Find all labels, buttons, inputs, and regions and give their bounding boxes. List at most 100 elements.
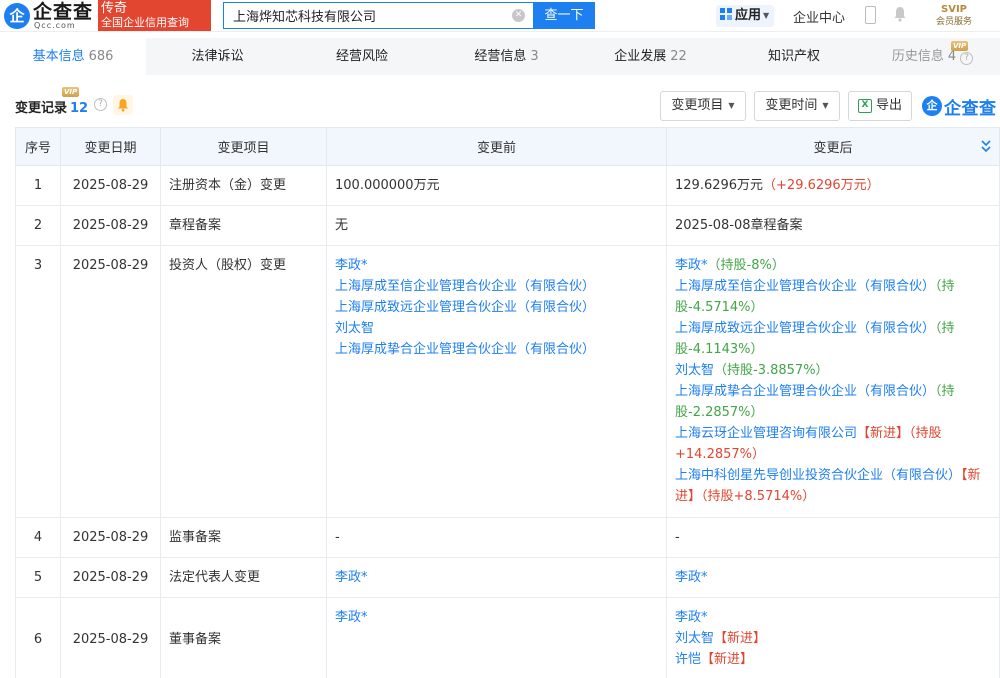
- investor-link[interactable]: 上海云玡企业管理咨询有限公司: [675, 426, 857, 441]
- excel-icon: X: [858, 99, 872, 113]
- search-button[interactable]: 查一下: [533, 2, 595, 29]
- investor-link[interactable]: 上海厚成至信企业管理合伙企业（有限合伙）: [335, 276, 658, 297]
- person-link[interactable]: 李政*: [675, 570, 708, 585]
- col-header-date: 变更日期: [60, 127, 161, 166]
- investor-link[interactable]: 上海中科创星先导创业投资合伙企业（有限合伙）: [675, 468, 961, 483]
- tab-basic-info[interactable]: 基本信息 686: [0, 38, 146, 75]
- row-after: 李政*（持股-8%） 上海厚成至信企业管理合伙企业（有限合伙）（持股-4.571…: [666, 245, 1000, 518]
- person-link[interactable]: 李政*: [335, 610, 368, 625]
- investor-entry: 上海中科创星先导创业投资合伙企业（有限合伙）【新进】（持股+8.5714%）: [675, 465, 991, 507]
- row-date: 2025-08-29: [60, 245, 161, 518]
- tab-label: 基本信息: [32, 49, 85, 64]
- logo-mark[interactable]: 企: [4, 3, 30, 29]
- svip-member-service[interactable]: SVIP 会员服务: [930, 3, 978, 29]
- investor-link[interactable]: 刘太智: [675, 363, 714, 378]
- investor-link[interactable]: 李政*: [335, 255, 658, 276]
- row-item: 章程备案: [160, 205, 327, 246]
- tab-label: 历史信息: [891, 49, 944, 64]
- row-before: 李政*: [326, 557, 667, 598]
- tab-ip[interactable]: 知识产权: [723, 38, 865, 75]
- logo-subtitle: Qcc.com: [34, 21, 76, 30]
- row-after: 李政*: [666, 557, 1000, 598]
- tab-operation[interactable]: 经营信息 3: [435, 38, 578, 75]
- info-icon[interactable]: ?: [960, 52, 974, 65]
- row-item: 董事备案: [160, 597, 327, 678]
- person-link[interactable]: 刘太智: [675, 631, 714, 646]
- search-input[interactable]: [224, 3, 504, 28]
- table-row: 2 2025-08-29 章程备案 无 2025-08-08章程备案: [15, 205, 1000, 246]
- after-value: 129.6296万元: [675, 178, 764, 193]
- investor-link[interactable]: 上海厚成至信企业管理合伙企业（有限合伙）: [675, 279, 935, 294]
- tab-risk[interactable]: 经营风险: [289, 38, 435, 75]
- investor-link[interactable]: 刘太智: [335, 318, 658, 339]
- export-label: 导出: [876, 98, 903, 113]
- filter-change-item-dropdown[interactable]: 变更项目 ▼: [660, 91, 746, 121]
- bell-icon[interactable]: [893, 6, 907, 22]
- row-after: 129.6296万元（+29.6296万元）: [666, 165, 1000, 206]
- tab-label: 经营风险: [335, 49, 388, 64]
- col-header-before: 变更前: [326, 127, 667, 166]
- row-item: 注册资本（金）变更: [160, 165, 327, 206]
- export-button[interactable]: X 导出: [848, 91, 912, 121]
- apps-menu[interactable]: 应用 ▼: [716, 5, 774, 27]
- investor-link[interactable]: 李政*: [675, 258, 708, 273]
- filter-change-time-dropdown[interactable]: 变更时间 ▼: [754, 91, 840, 121]
- row-date: 2025-08-29: [60, 597, 161, 678]
- investor-entry: 刘太智（持股-3.8857%）: [675, 360, 991, 381]
- info-icon[interactable]: ?: [94, 98, 107, 111]
- filter-change-item-label: 变更项目: [671, 98, 724, 113]
- col-header-item: 变更项目: [160, 127, 327, 166]
- investor-link[interactable]: 上海厚成致远企业管理合伙企业（有限合伙）: [335, 297, 658, 318]
- search-clear-icon[interactable]: ✕: [512, 9, 525, 22]
- change-records-table: 序号 变更日期 变更项目 变更前 变更后 1 2025-08-29 注册资本（金…: [15, 127, 1000, 678]
- row-index: 2: [15, 205, 61, 246]
- person-link[interactable]: 李政*: [675, 610, 708, 625]
- collapse-icon[interactable]: [979, 139, 993, 153]
- new-entry-tag: 【新进】: [714, 631, 767, 646]
- investor-entry: 上海厚成致远企业管理合伙企业（有限合伙）（持股-4.1143%）: [675, 318, 991, 360]
- row-index: 4: [15, 517, 61, 558]
- investor-link[interactable]: 上海厚成致远企业管理合伙企业（有限合伙）: [675, 321, 935, 336]
- row-index: 6: [15, 597, 61, 678]
- share-change: （持股+8.5714%）: [701, 489, 816, 504]
- vip-tag: VIP: [951, 41, 969, 51]
- tab-legal[interactable]: 法律诉讼: [146, 38, 289, 75]
- col-header-after-label: 变更后: [813, 141, 853, 156]
- row-item: 法定代表人变更: [160, 557, 327, 598]
- phone-icon[interactable]: [865, 6, 876, 24]
- row-item: 监事备案: [160, 517, 327, 558]
- tab-label: 企业发展: [614, 49, 667, 64]
- enterprise-center-link[interactable]: 企业中心: [793, 7, 845, 26]
- after-delta: （+29.6296万元）: [763, 178, 880, 193]
- section-title: 变更记录 12: [15, 97, 88, 116]
- director-entry: 许恺【新进】: [675, 649, 991, 670]
- section-count: 12: [70, 101, 89, 116]
- tab-count: 3: [530, 49, 539, 64]
- brand-badge-line1: 传奇: [101, 1, 128, 16]
- investor-link[interactable]: 上海厚成挚合企业管理合伙企业（有限合伙）: [675, 384, 935, 399]
- row-after: 李政* 刘太智【新进】 许恺【新进】: [666, 597, 1000, 678]
- vip-tag: VIP: [62, 87, 80, 97]
- row-index: 1: [15, 165, 61, 206]
- share-change: （持股-8%）: [707, 258, 785, 273]
- row-before: 李政*: [326, 597, 667, 678]
- person-link[interactable]: 许恺: [675, 652, 701, 667]
- investor-link[interactable]: 上海厚成挚合企业管理合伙企业（有限合伙）: [335, 339, 658, 360]
- investor-entry: 李政*（持股-8%）: [675, 255, 991, 276]
- subscribe-bell-icon[interactable]: [113, 95, 133, 115]
- person-link[interactable]: 李政*: [335, 570, 368, 585]
- logo-text[interactable]: 企查查: [33, 1, 93, 23]
- tab-history[interactable]: 历史信息 4?: [865, 38, 1000, 75]
- tab-development[interactable]: 企业发展 22: [578, 38, 723, 75]
- svip-label: SVIP: [941, 4, 967, 15]
- brand-badge[interactable]: 传奇 全国企业信用查询: [98, 0, 211, 31]
- col-header-after: 变更后: [666, 127, 1000, 166]
- chevron-down-icon: ▼: [822, 101, 829, 110]
- member-service-label: 会员服务: [935, 17, 972, 27]
- table-row: 4 2025-08-29 监事备案 - -: [15, 517, 1000, 558]
- tab-label: 知识产权: [767, 49, 820, 64]
- table-header-row: 序号 变更日期 变更项目 变更前 变更后: [15, 127, 1000, 166]
- row-index: 5: [15, 557, 61, 598]
- section-tabs: 基本信息 686 法律诉讼 经营风险 经营信息 3 企业发展 22 知识产权 历史信息…: [0, 38, 1000, 75]
- tab-count: 686: [88, 49, 114, 64]
